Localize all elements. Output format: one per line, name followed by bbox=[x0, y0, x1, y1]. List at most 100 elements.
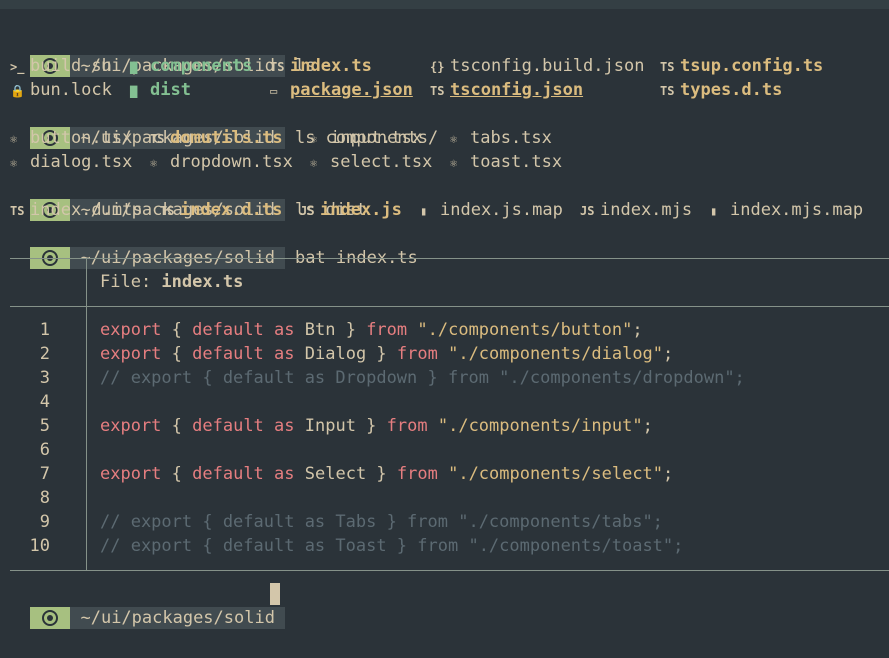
code-string: "./components/input" bbox=[437, 416, 643, 436]
line-number: 5 bbox=[39, 416, 50, 436]
file-name: tsconfig.build.json bbox=[450, 56, 645, 76]
file-name: select.tsx bbox=[330, 152, 433, 172]
line-number: 7 bbox=[39, 464, 50, 484]
code-line: export { default as Dialog } from "./com… bbox=[100, 342, 673, 366]
react-icon: ⚛ bbox=[310, 132, 318, 146]
code-token: Select } bbox=[294, 464, 397, 484]
file-entry: ▭ package.json bbox=[270, 78, 413, 102]
code-keyword: from bbox=[386, 416, 428, 436]
code-line: // export { default as Toast } from "./c… bbox=[100, 534, 683, 558]
prompt-line: ~/ui/packages/solid ls components/ bbox=[10, 102, 438, 149]
code-string: "./components/dialog" bbox=[448, 344, 664, 364]
file-entry: ⚛ tabs.tsx bbox=[450, 126, 552, 150]
bat-bottom-rule bbox=[10, 570, 889, 571]
code-token: { bbox=[161, 416, 193, 436]
os-icon bbox=[30, 607, 71, 629]
typescript-icon: TS bbox=[430, 84, 445, 98]
typescript-icon: TS bbox=[10, 204, 25, 218]
code-keyword: default bbox=[192, 464, 264, 484]
file-name: index.d.mts bbox=[30, 200, 143, 220]
code-comment: // export { default as Toast } from "./c… bbox=[100, 536, 684, 556]
prompt-line: ~/ui/packages/solid bbox=[10, 582, 285, 629]
file-name: button.tsx bbox=[30, 128, 133, 148]
file-entry: TS tsconfig.json bbox=[430, 78, 583, 102]
react-icon: ⚛ bbox=[10, 132, 18, 146]
file-name: index.mjs.map bbox=[730, 200, 864, 220]
file-icon: ▮ bbox=[710, 204, 718, 218]
file-icon: ▮ bbox=[420, 204, 428, 218]
code-keyword: from bbox=[396, 464, 438, 484]
prompt-path: ~/ui/packages/solid bbox=[70, 607, 285, 629]
line-number: 2 bbox=[39, 344, 50, 364]
file-entry: >_ build.sh bbox=[10, 54, 112, 78]
code-keyword: export bbox=[100, 464, 162, 484]
bat-gutter bbox=[86, 307, 87, 570]
file-entry: TS domutils.ts bbox=[150, 126, 283, 150]
code-keyword: export bbox=[100, 344, 162, 364]
file-name: tsconfig.json bbox=[450, 80, 584, 100]
code-token: { bbox=[161, 320, 193, 340]
typescript-icon: TS bbox=[660, 84, 675, 98]
file-name: bun.lock bbox=[30, 80, 112, 100]
code-line: export { default as Input } from "./comp… bbox=[100, 414, 653, 438]
file-entry: ⚛ select.tsx bbox=[310, 150, 432, 174]
code-token: ; bbox=[663, 464, 674, 484]
code-string: "./components/button" bbox=[417, 320, 633, 340]
folder-icon: ▇ bbox=[130, 84, 138, 98]
code-token: ; bbox=[663, 344, 674, 364]
file-name: dropdown.tsx bbox=[170, 152, 293, 172]
code-keyword: as bbox=[274, 464, 295, 484]
file-name: input.tsx bbox=[330, 128, 423, 148]
file-name: index.d.ts bbox=[180, 200, 283, 220]
line-number: 4 bbox=[39, 392, 50, 412]
file-name: components bbox=[150, 56, 253, 76]
line-number: 3 bbox=[39, 368, 50, 388]
typescript-icon: TS bbox=[270, 60, 285, 74]
react-icon: ⚛ bbox=[10, 156, 18, 170]
code-string: "./components/select" bbox=[448, 464, 664, 484]
file-name: index.ts bbox=[290, 56, 372, 76]
code-token: { bbox=[161, 344, 193, 364]
bat-file-header: File: index.ts bbox=[100, 270, 243, 294]
code-keyword: default bbox=[192, 344, 264, 364]
code-token: Input } bbox=[294, 416, 387, 436]
javascript-icon: JS bbox=[300, 204, 315, 218]
code-keyword: from bbox=[396, 344, 438, 364]
file-name: dist bbox=[150, 80, 191, 100]
javascript-icon: JS bbox=[580, 204, 595, 218]
code-line: // export { default as Dropdown } from "… bbox=[100, 366, 745, 390]
file-entry: ▇ components bbox=[130, 54, 252, 78]
code-keyword: default bbox=[192, 320, 264, 340]
file-name: dialog.tsx bbox=[30, 152, 133, 172]
bat-top-rule bbox=[10, 258, 889, 259]
code-token: ; bbox=[632, 320, 643, 340]
typescript-icon: TS bbox=[160, 204, 175, 218]
file-entry: ⚛ input.tsx bbox=[310, 126, 422, 150]
file-label: File: bbox=[100, 272, 162, 292]
code-token: { bbox=[161, 464, 193, 484]
prompt-line: ~/ui/packages/solid ls bbox=[10, 30, 315, 77]
line-number: 6 bbox=[39, 440, 50, 460]
prompt-line: ~/ui/packages/solid ls dist bbox=[10, 174, 367, 221]
file-name: index.js.map bbox=[440, 200, 563, 220]
terminal-cursor[interactable] bbox=[270, 583, 280, 605]
file-entry: TS index.d.ts bbox=[160, 198, 282, 222]
file-entry: TS index.d.mts bbox=[10, 198, 143, 222]
line-number: 10 bbox=[29, 536, 50, 556]
react-icon: ⚛ bbox=[310, 156, 318, 170]
code-keyword: as bbox=[274, 344, 295, 364]
package-icon: ▭ bbox=[270, 84, 278, 98]
file-name: index.ts bbox=[161, 272, 244, 292]
file-entry: ⚛ dropdown.tsx bbox=[150, 150, 293, 174]
typescript-icon: TS bbox=[660, 60, 675, 74]
file-name: toast.tsx bbox=[470, 152, 563, 172]
code-line: export { default as Select } from "./com… bbox=[100, 462, 673, 486]
window-top-bar bbox=[0, 0, 889, 9]
file-name: package.json bbox=[290, 80, 413, 100]
file-entry: ⚛ button.tsx bbox=[10, 126, 132, 150]
file-name: tabs.tsx bbox=[470, 128, 552, 148]
